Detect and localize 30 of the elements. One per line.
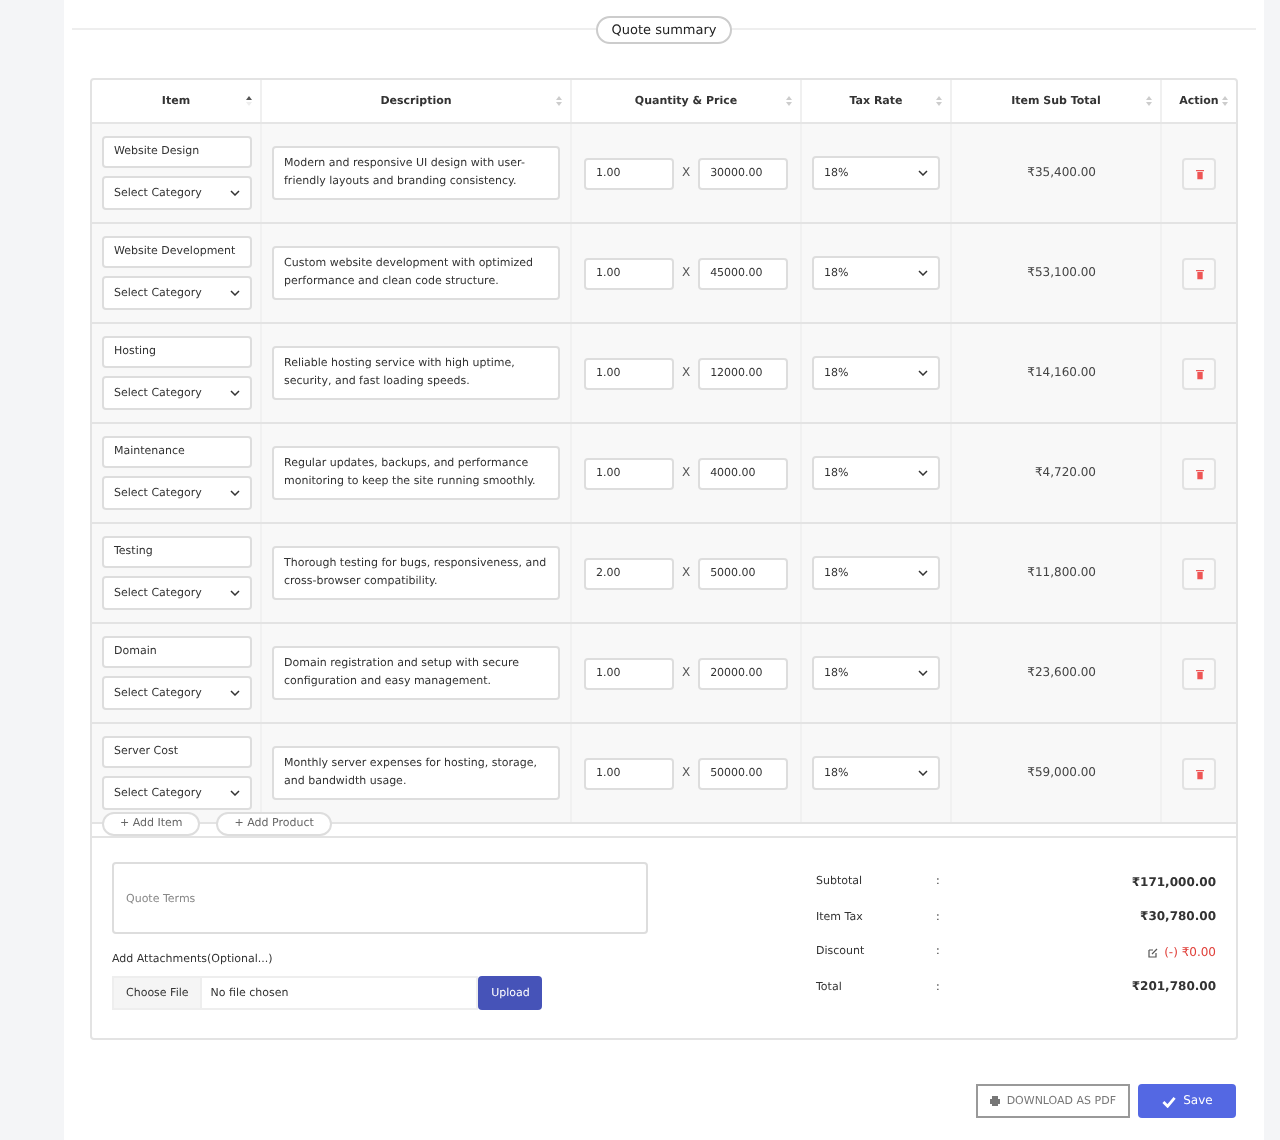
checkmark-icon bbox=[1161, 1095, 1176, 1107]
delete-button[interactable] bbox=[1182, 657, 1216, 689]
chevron-icon bbox=[230, 690, 240, 696]
chevron-icon bbox=[918, 470, 928, 476]
delete-button[interactable] bbox=[1182, 357, 1216, 389]
delete-button[interactable] bbox=[1182, 557, 1216, 589]
trash-icon bbox=[1195, 367, 1203, 379]
trash-icon bbox=[1195, 567, 1203, 579]
chevron-icon bbox=[230, 390, 240, 396]
chevron-icon bbox=[230, 290, 240, 296]
chevron-icon bbox=[230, 190, 240, 196]
chevron-icon bbox=[230, 790, 240, 796]
trash-icon bbox=[1195, 767, 1203, 779]
chevron-icon bbox=[918, 570, 928, 576]
trash-icon bbox=[1195, 467, 1203, 479]
delete-button[interactable] bbox=[1182, 257, 1216, 289]
chevron-icon bbox=[918, 170, 928, 176]
trash-icon bbox=[1195, 267, 1203, 279]
trash-icon bbox=[1195, 167, 1203, 179]
chevron-icon bbox=[918, 670, 928, 676]
chevron-icon bbox=[918, 770, 928, 776]
chevron-icon bbox=[230, 490, 240, 496]
delete-button[interactable] bbox=[1182, 157, 1216, 189]
trash-icon bbox=[1195, 667, 1203, 679]
chevron-icon bbox=[918, 270, 928, 276]
chevron-icon bbox=[230, 590, 240, 596]
edit-icon[interactable] bbox=[1148, 947, 1159, 957]
delete-button[interactable] bbox=[1182, 457, 1216, 489]
chevron-icon bbox=[918, 370, 928, 376]
delete-button[interactable] bbox=[1182, 757, 1216, 789]
